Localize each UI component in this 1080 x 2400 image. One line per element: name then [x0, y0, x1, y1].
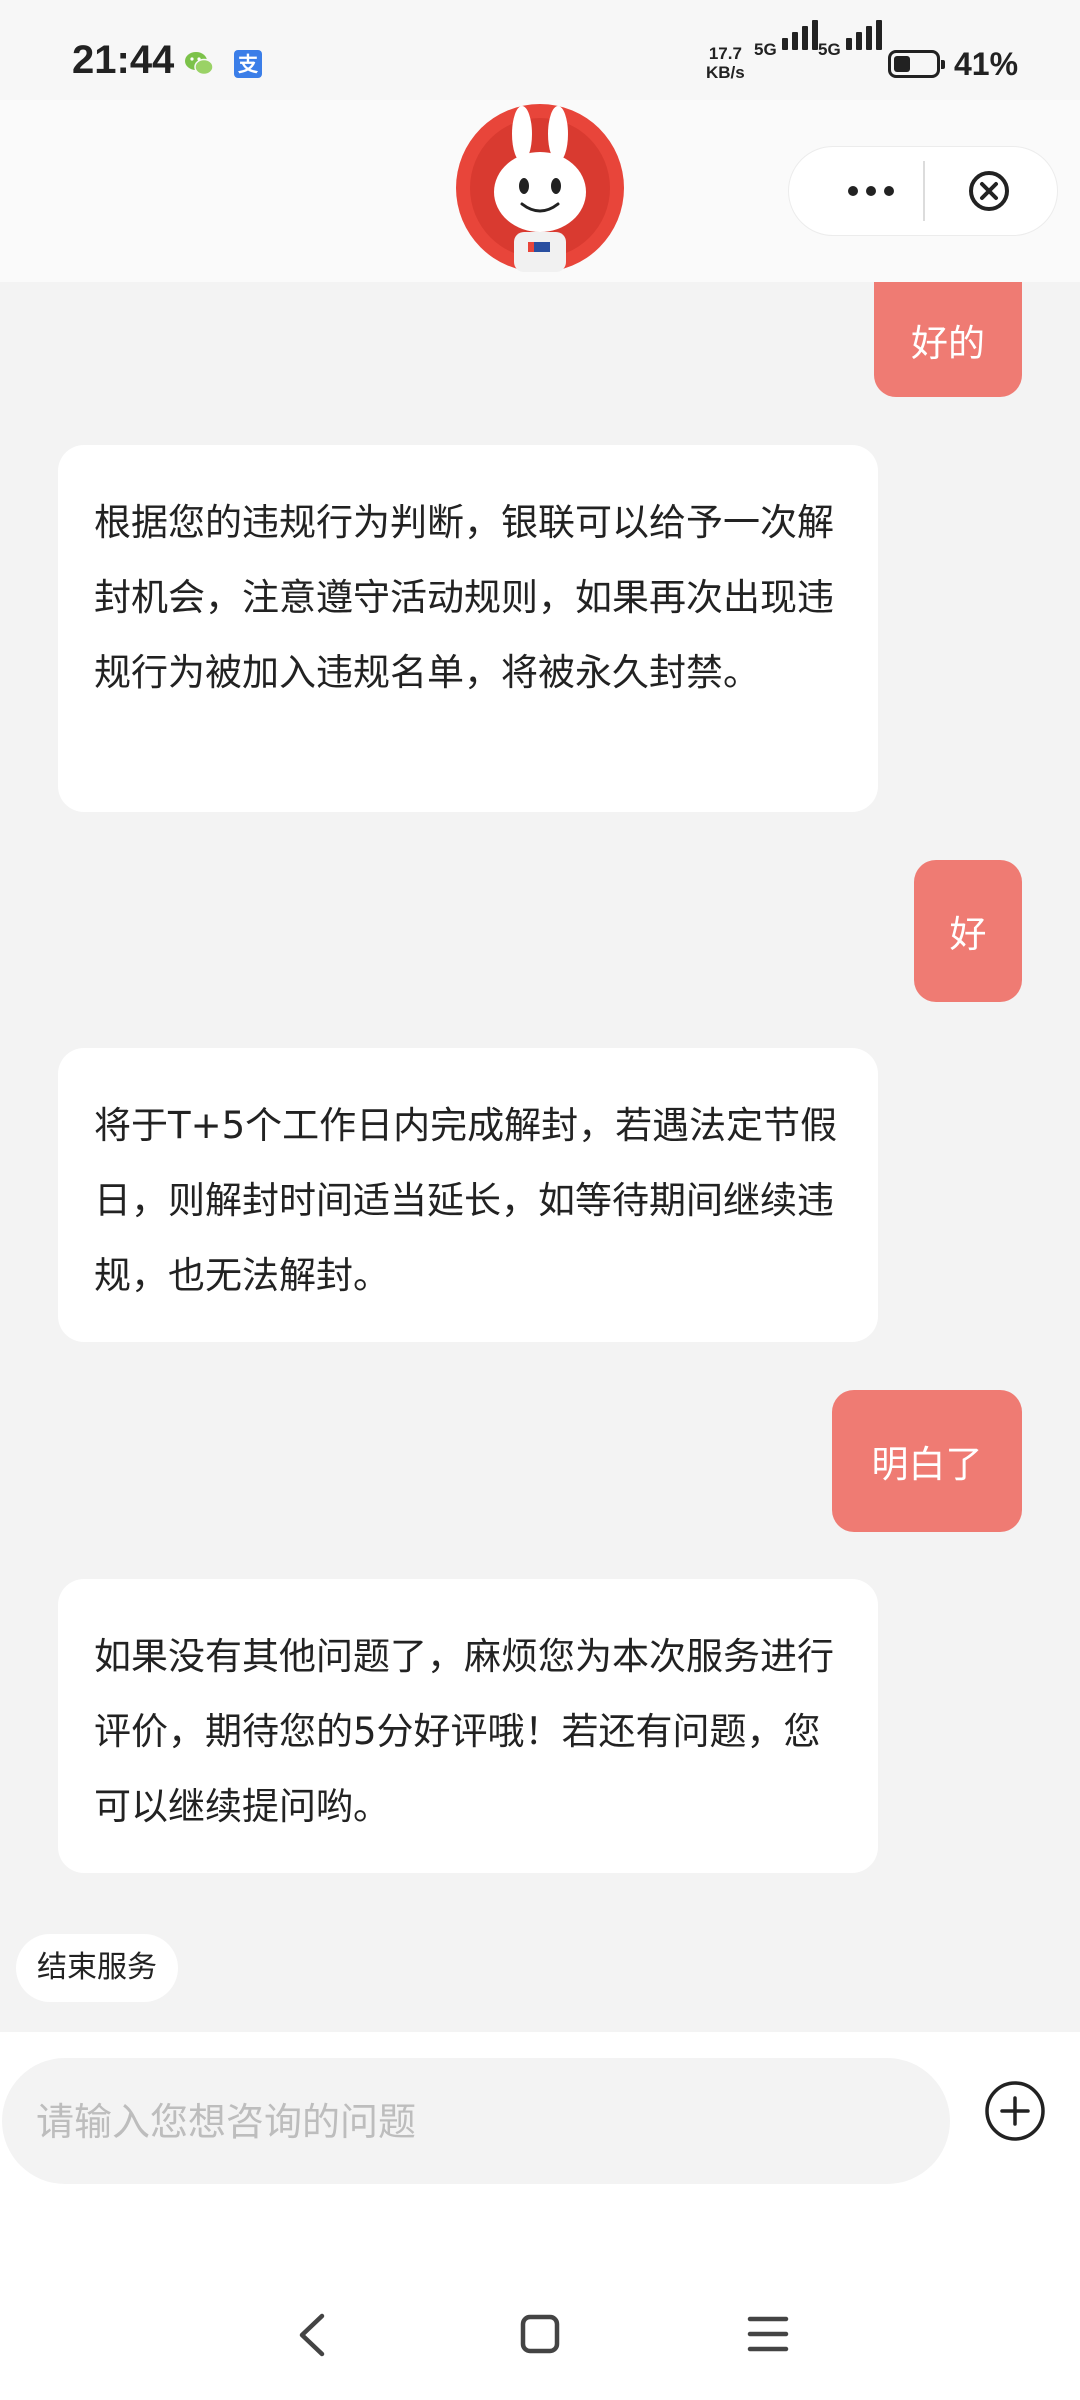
signal-sim2: 5G: [818, 20, 882, 60]
sim1-network-label: 5G: [754, 40, 777, 59]
network-speed-value: 17.7: [708, 44, 742, 63]
bot-message: 将于T+5个工作日内完成解封，若遇法定节假日，则解封时间适当延长，如等待期间继续…: [58, 1048, 878, 1342]
question-input[interactable]: [34, 2058, 918, 2186]
bot-message: 如果没有其他问题了，麻烦您为本次服务进行评价，期待您的5分好评哦！若还有问题，您…: [58, 1579, 878, 1873]
network-speed: 17.7 KB/s: [706, 44, 745, 82]
capsule-divider: [923, 161, 925, 221]
user-message: 好的: [874, 282, 1022, 397]
menu-icon[interactable]: [746, 2314, 790, 2354]
back-icon[interactable]: [290, 2310, 334, 2360]
chat-area[interactable]: 好的 根据您的违规行为判断，银联可以给予一次解封机会，注意遵守活动规则，如果再次…: [0, 282, 1080, 2032]
alipay-icon: 支: [234, 50, 262, 78]
mascot-avatar: [456, 104, 624, 272]
plus-icon[interactable]: [984, 2080, 1046, 2142]
network-speed-unit: KB/s: [706, 63, 745, 82]
user-message: 明白了: [832, 1390, 1022, 1532]
ellipsis-icon[interactable]: [831, 169, 911, 213]
signal-sim1: 5G: [754, 20, 818, 60]
home-icon[interactable]: [520, 2314, 560, 2354]
battery-percent: 41%: [954, 46, 1019, 82]
user-message: 好: [914, 860, 1022, 1002]
sim2-network-label: 5G: [818, 40, 841, 59]
capsule-menu: [788, 146, 1058, 236]
question-input-container[interactable]: [2, 2058, 950, 2186]
battery-icon: [888, 50, 945, 78]
bot-message: 根据您的违规行为判断，银联可以给予一次解封机会，注意遵守活动规则，如果再次出现违…: [58, 445, 878, 812]
wechat-icon: [185, 52, 214, 76]
close-circle-icon[interactable]: [967, 169, 1011, 213]
end-service-button[interactable]: 结束服务: [16, 1934, 178, 2002]
status-time: 21:44: [72, 38, 175, 82]
